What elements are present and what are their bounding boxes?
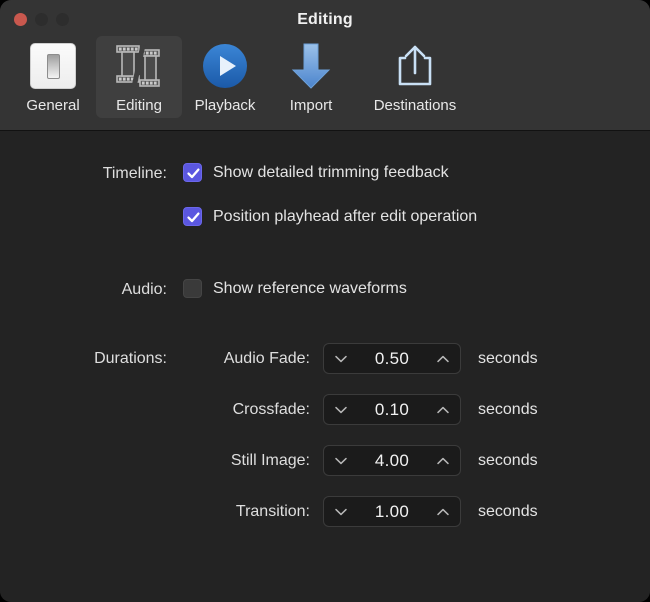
play-circle-icon bbox=[202, 41, 248, 91]
chevron-down-icon-audio-fade[interactable] bbox=[334, 352, 348, 366]
audio-section-label: Audio: bbox=[7, 281, 167, 299]
field-label-audio-fade: Audio Fade: bbox=[110, 350, 310, 368]
unit-label-crossfade: seconds bbox=[478, 401, 538, 419]
checkbox-row-position-playhead[interactable]: Position playhead after edit operation bbox=[183, 207, 477, 226]
tab-import-label: Import bbox=[290, 97, 333, 114]
chevron-down-icon-transition[interactable] bbox=[334, 505, 348, 519]
window-titlebar: Editing General bbox=[0, 0, 650, 131]
tab-playback[interactable]: Playback bbox=[182, 36, 268, 118]
stepper-value-audio-fade: 0.50 bbox=[375, 349, 409, 369]
tab-playback-label: Playback bbox=[195, 97, 256, 114]
checkbox-row-reference-waveforms[interactable]: Show reference waveforms bbox=[183, 279, 407, 298]
chevron-up-icon-audio-fade[interactable] bbox=[436, 352, 450, 366]
checkbox-label-trimming-feedback: Show detailed trimming feedback bbox=[213, 164, 449, 182]
checkbox-label-reference-waveforms: Show reference waveforms bbox=[213, 280, 407, 298]
tab-destinations-label: Destinations bbox=[374, 97, 457, 114]
checkbox-show-detailed-trimming-feedback[interactable] bbox=[183, 163, 202, 182]
stepper-still-image[interactable]: 4.00 bbox=[323, 445, 461, 476]
unit-label-still-image: seconds bbox=[478, 452, 538, 470]
field-label-crossfade: Crossfade: bbox=[110, 401, 310, 419]
stepper-audio-fade[interactable]: 0.50 bbox=[323, 343, 461, 374]
tab-editing[interactable]: Editing bbox=[96, 36, 182, 118]
chevron-down-icon-crossfade[interactable] bbox=[334, 403, 348, 417]
chevron-up-icon-transition[interactable] bbox=[436, 505, 450, 519]
film-strips-cut-icon bbox=[113, 41, 165, 91]
stepper-transition[interactable]: 1.00 bbox=[323, 496, 461, 527]
tab-import[interactable]: Import bbox=[268, 36, 354, 118]
unit-label-transition: seconds bbox=[478, 503, 538, 521]
share-export-icon bbox=[393, 41, 437, 91]
timeline-section-label: Timeline: bbox=[7, 165, 167, 183]
stepper-value-transition: 1.00 bbox=[375, 502, 409, 522]
down-arrow-icon bbox=[288, 41, 334, 91]
window-title: Editing bbox=[0, 11, 650, 29]
preferences-content: Timeline: Show detailed trimming feedbac… bbox=[0, 131, 650, 602]
unit-label-audio-fade: seconds bbox=[478, 350, 538, 368]
stepper-value-crossfade: 0.10 bbox=[375, 400, 409, 420]
preferences-window: Editing General bbox=[0, 0, 650, 602]
field-label-still-image: Still Image: bbox=[110, 452, 310, 470]
tab-destinations[interactable]: Destinations bbox=[354, 36, 476, 118]
field-label-transition: Transition: bbox=[110, 503, 310, 521]
checkbox-row-trimming-feedback[interactable]: Show detailed trimming feedback bbox=[183, 163, 449, 182]
tab-general-label: General bbox=[26, 97, 79, 114]
chevron-down-icon-still-image[interactable] bbox=[334, 454, 348, 468]
toolbar-tabs: General bbox=[10, 36, 476, 118]
chevron-up-icon-crossfade[interactable] bbox=[436, 403, 450, 417]
checkbox-label-position-playhead: Position playhead after edit operation bbox=[213, 208, 477, 226]
light-switch-icon bbox=[30, 41, 76, 91]
tab-general[interactable]: General bbox=[10, 36, 96, 118]
stepper-value-still-image: 4.00 bbox=[375, 451, 409, 471]
checkbox-position-playhead-after-edit[interactable] bbox=[183, 207, 202, 226]
stepper-crossfade[interactable]: 0.10 bbox=[323, 394, 461, 425]
chevron-up-icon-still-image[interactable] bbox=[436, 454, 450, 468]
tab-editing-label: Editing bbox=[116, 97, 162, 114]
checkbox-show-reference-waveforms[interactable] bbox=[183, 279, 202, 298]
